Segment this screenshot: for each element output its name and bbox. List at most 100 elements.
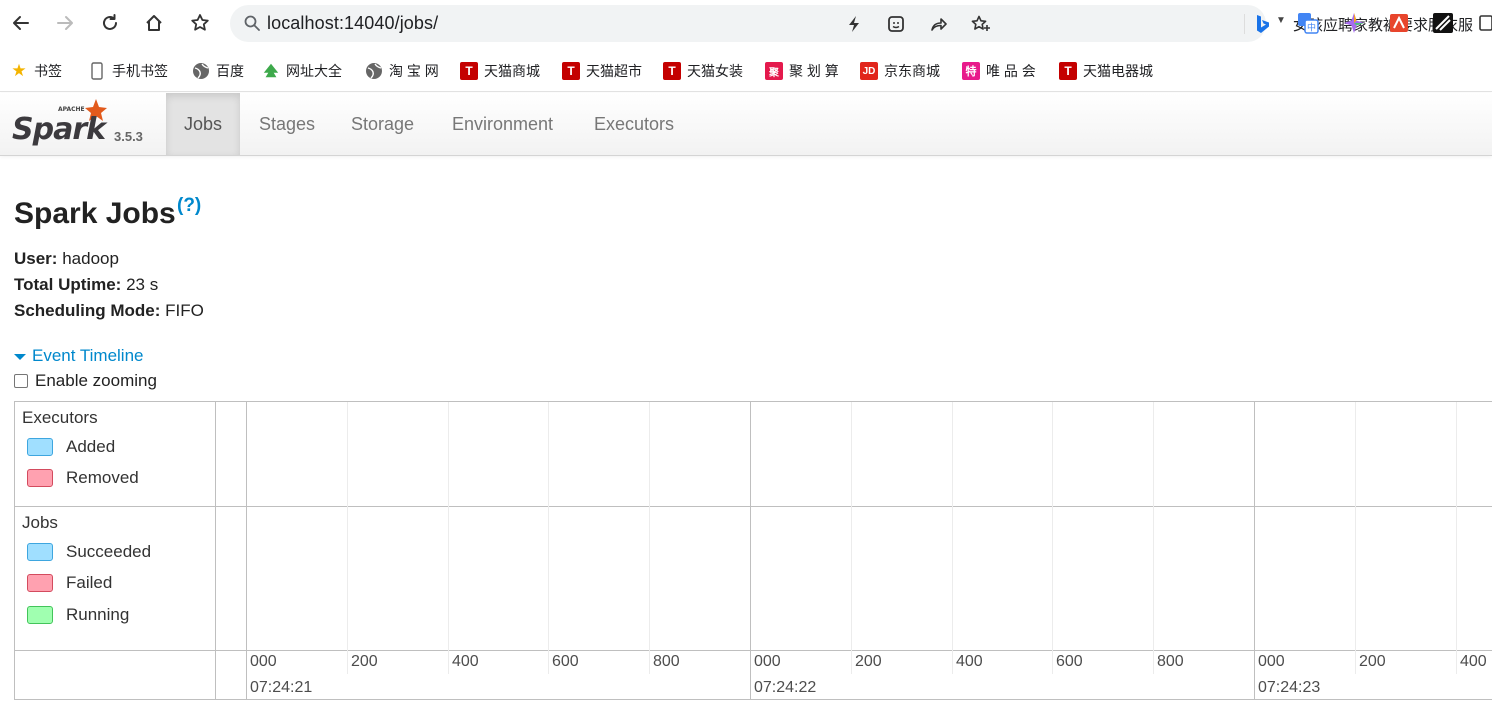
timeline-tick-label: 800 (653, 653, 680, 670)
juhuasuan-icon: 聚 (765, 62, 783, 80)
pdf-extension-icon[interactable] (1388, 12, 1410, 34)
bookmark-item[interactable]: 淘 宝 网 (365, 60, 439, 82)
back-button[interactable] (6, 8, 36, 38)
spark-logo[interactable]: APACHE Spark (12, 97, 112, 149)
reload-icon (103, 14, 117, 30)
bookmark-star-button[interactable] (185, 8, 215, 38)
tab-label: Environment (452, 113, 554, 134)
user-label: User: (14, 249, 58, 268)
executors-group-title: Executors (22, 408, 98, 427)
timeline-tick-label: 400 (956, 653, 983, 670)
tmall-icon: T (460, 62, 478, 80)
jobs-group-title: Jobs (22, 513, 58, 532)
tab-label: Storage (351, 113, 415, 134)
search-icon (244, 15, 260, 31)
translate-extension-icon[interactable]: 中 (1297, 12, 1319, 34)
scheduling-mode-label: Scheduling Mode: (14, 301, 161, 320)
bookmark-item[interactable]: JD 京东商城 (860, 60, 940, 82)
bookmark-item[interactable]: ★ 书签 (10, 60, 62, 82)
bookmark-label: 唯 品 会 (986, 63, 1036, 79)
timeline-tick-label: 200 (855, 653, 882, 670)
bookmark-label: 聚 划 算 (789, 63, 839, 79)
event-timeline-label: Event Timeline (32, 346, 144, 365)
sparkle-extension-icon[interactable] (1343, 12, 1365, 34)
bookmark-item[interactable]: 特唯 品 会 (962, 60, 1036, 82)
group-divider (216, 506, 1492, 507)
legend-running: Running (27, 605, 129, 625)
legend-label: Failed (66, 573, 113, 592)
timeline-tick-label: 200 (351, 653, 378, 670)
share-icon[interactable] (927, 13, 949, 35)
phone-icon (88, 62, 106, 80)
lightning-icon[interactable] (843, 13, 865, 35)
tab-environment[interactable]: Environment (434, 93, 571, 155)
enable-zooming-control[interactable]: Enable zooming (14, 371, 157, 391)
timeline-tick-label: 000 (754, 653, 781, 670)
legend-label: Added (66, 437, 116, 456)
home-button[interactable] (139, 8, 169, 38)
bookmark-item[interactable]: T 天猫商城 (460, 60, 540, 82)
copy-extension-icon[interactable] (1478, 12, 1492, 34)
timeline-minor-gridline (649, 402, 650, 674)
removed-swatch (27, 469, 53, 487)
timeline-minor-gridline (1456, 402, 1457, 674)
timeline-major-gridline (246, 402, 247, 699)
bookmark-label: 百度 (216, 63, 244, 79)
timeline-plot-area[interactable]: 000 07:24:21 200 400 600 800 000 07:24:22 200 400… (216, 402, 1492, 699)
forward-button[interactable] (50, 8, 80, 38)
bing-logo-icon[interactable] (1255, 14, 1271, 34)
legend-succeeded: Succeeded (27, 542, 151, 562)
timeline-minor-gridline (548, 402, 549, 674)
bookmark-item[interactable]: 网址大全 (262, 60, 342, 82)
jd-icon: JD (860, 62, 878, 80)
search-engine-dropdown-icon[interactable]: ▼ (1276, 15, 1286, 26)
bookmark-item[interactable]: 手机书签 (88, 60, 168, 82)
bookmark-label: 天猫超市 (586, 63, 642, 79)
reader-mode-icon[interactable] (885, 13, 907, 35)
bookmark-label: 书签 (34, 63, 62, 79)
tmall-icon: T (562, 62, 580, 80)
event-timeline-toggle[interactable]: Event Timeline (14, 346, 144, 366)
address-bar[interactable]: localhost:14040/jobs/ ▼ 女孩应聘家教被要求脱衣服 (230, 5, 1473, 42)
timeline-tick-label: 400 (1460, 653, 1487, 670)
event-timeline[interactable]: Executors Added Removed Jobs Succeeded F… (14, 401, 1492, 700)
timeline-tick-label: 400 (452, 653, 479, 670)
legend-added: Added (27, 437, 115, 457)
bookmark-label: 手机书签 (112, 63, 168, 79)
url-text[interactable]: localhost:14040/jobs/ (267, 13, 438, 34)
bookmark-item[interactable]: T 天猫电器城 (1059, 60, 1153, 82)
timeline-tick-label: 800 (1157, 653, 1184, 670)
timeline-group-labels: Executors Added Removed Jobs Succeeded F… (15, 402, 216, 699)
user-value: hadoop (62, 249, 119, 268)
timeline-major-gridline (1254, 402, 1255, 699)
bookmark-item[interactable]: T 天猫超市 (562, 60, 642, 82)
dark-extension-icon[interactable] (1432, 12, 1454, 34)
bookmark-item[interactable]: 聚聚 划 算 (765, 60, 839, 82)
tab-storage[interactable]: Storage (333, 93, 432, 155)
tab-stages[interactable]: Stages (241, 93, 333, 155)
browser-toolbar: localhost:14040/jobs/ ▼ 女孩应聘家教被要求脱衣服 中 (0, 0, 1492, 48)
back-arrow-icon (13, 16, 29, 30)
tab-jobs[interactable]: Jobs (166, 93, 241, 155)
forward-arrow-icon (57, 16, 73, 30)
bookmark-item[interactable]: T 天猫女装 (663, 60, 743, 82)
vip-icon: 特 (962, 62, 980, 80)
tab-label: Executors (594, 113, 675, 134)
group-divider (216, 650, 1492, 651)
tree-icon (262, 62, 280, 80)
failed-swatch (27, 574, 53, 592)
bookmark-label: 网址大全 (286, 63, 342, 79)
timeline-minor-gridline (851, 402, 852, 674)
help-link[interactable]: (?) (177, 195, 201, 217)
user-info: User: hadoop (14, 249, 119, 269)
bookmarks-bar: ★ 书签 手机书签 百度 网址大全 淘 宝 网 T 天猫商城 T 天猫超市 T 天猫女装… (0, 48, 1492, 92)
reload-button[interactable] (95, 8, 125, 38)
bookmark-item[interactable]: 百度 (192, 60, 244, 82)
legend-failed: Failed (27, 573, 112, 593)
enable-zooming-checkbox[interactable] (14, 374, 28, 388)
tmall-icon: T (663, 62, 681, 80)
timeline-time-label: 07:24:21 (250, 679, 313, 696)
tab-executors[interactable]: Executors (576, 93, 692, 155)
favorite-add-icon[interactable] (970, 13, 992, 35)
legend-removed: Removed (27, 468, 139, 488)
